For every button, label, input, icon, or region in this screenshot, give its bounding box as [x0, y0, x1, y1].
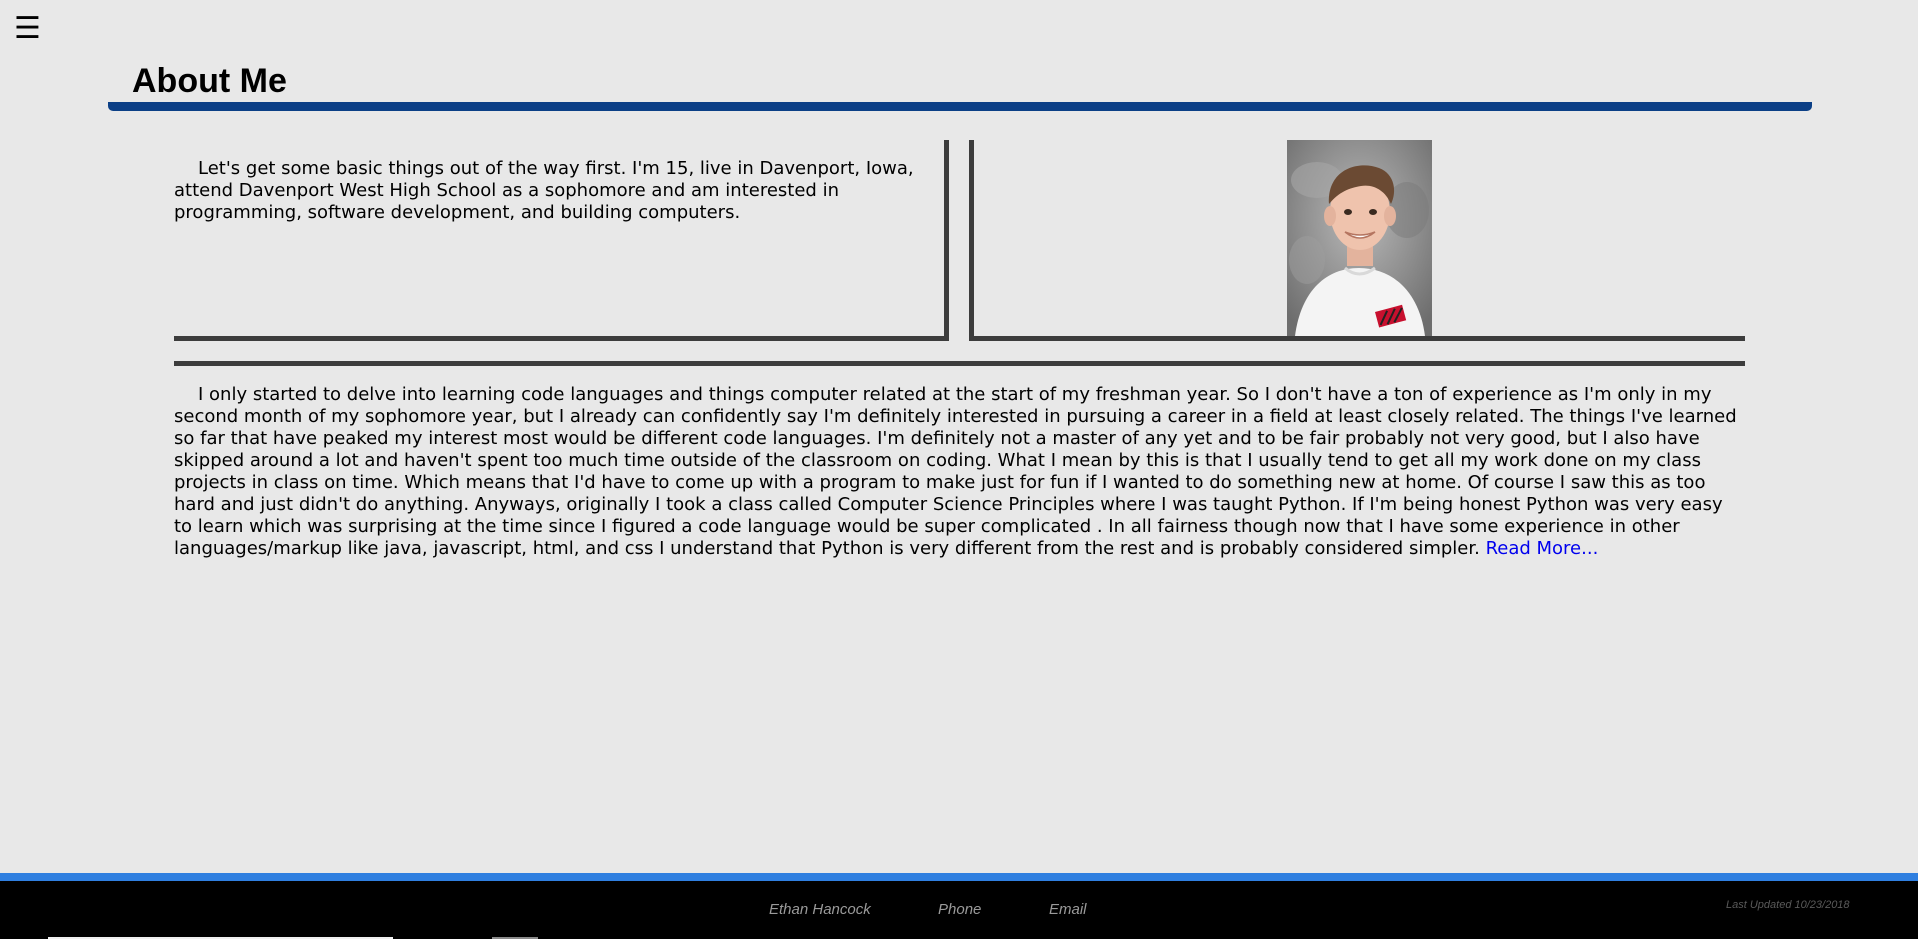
- page: ☰ About Me Let's get some basic things o…: [0, 0, 1918, 939]
- about-paragraph-text: I only started to delve into learning co…: [174, 384, 1737, 559]
- hamburger-menu-icon[interactable]: ☰: [14, 14, 41, 44]
- horizontal-divider-right: [969, 336, 1745, 341]
- footer-email-link[interactable]: Email: [1049, 901, 1087, 918]
- vertical-divider-left: [944, 140, 949, 340]
- title-underline: [108, 102, 1812, 111]
- vertical-divider-right: [969, 140, 974, 340]
- footer: Ethan Hancock Phone Email Last Updated 1…: [0, 881, 1918, 939]
- footer-phone-link[interactable]: Phone: [938, 901, 981, 918]
- profile-photo: [1287, 140, 1432, 336]
- horizontal-divider-left: [174, 336, 949, 341]
- horizontal-divider-full: [174, 361, 1745, 366]
- intro-paragraph: Let's get some basic things out of the w…: [174, 158, 914, 223]
- footer-accent-bar: [0, 873, 1918, 881]
- footer-name-link[interactable]: Ethan Hancock: [769, 901, 871, 918]
- about-paragraph: I only started to delve into learning co…: [174, 384, 1746, 560]
- read-more-link[interactable]: Read More...: [1486, 538, 1599, 559]
- portrait-illustration: [1287, 140, 1432, 336]
- page-title: About Me: [132, 62, 287, 100]
- last-updated-text: Last Updated 10/23/2018: [1726, 899, 1850, 911]
